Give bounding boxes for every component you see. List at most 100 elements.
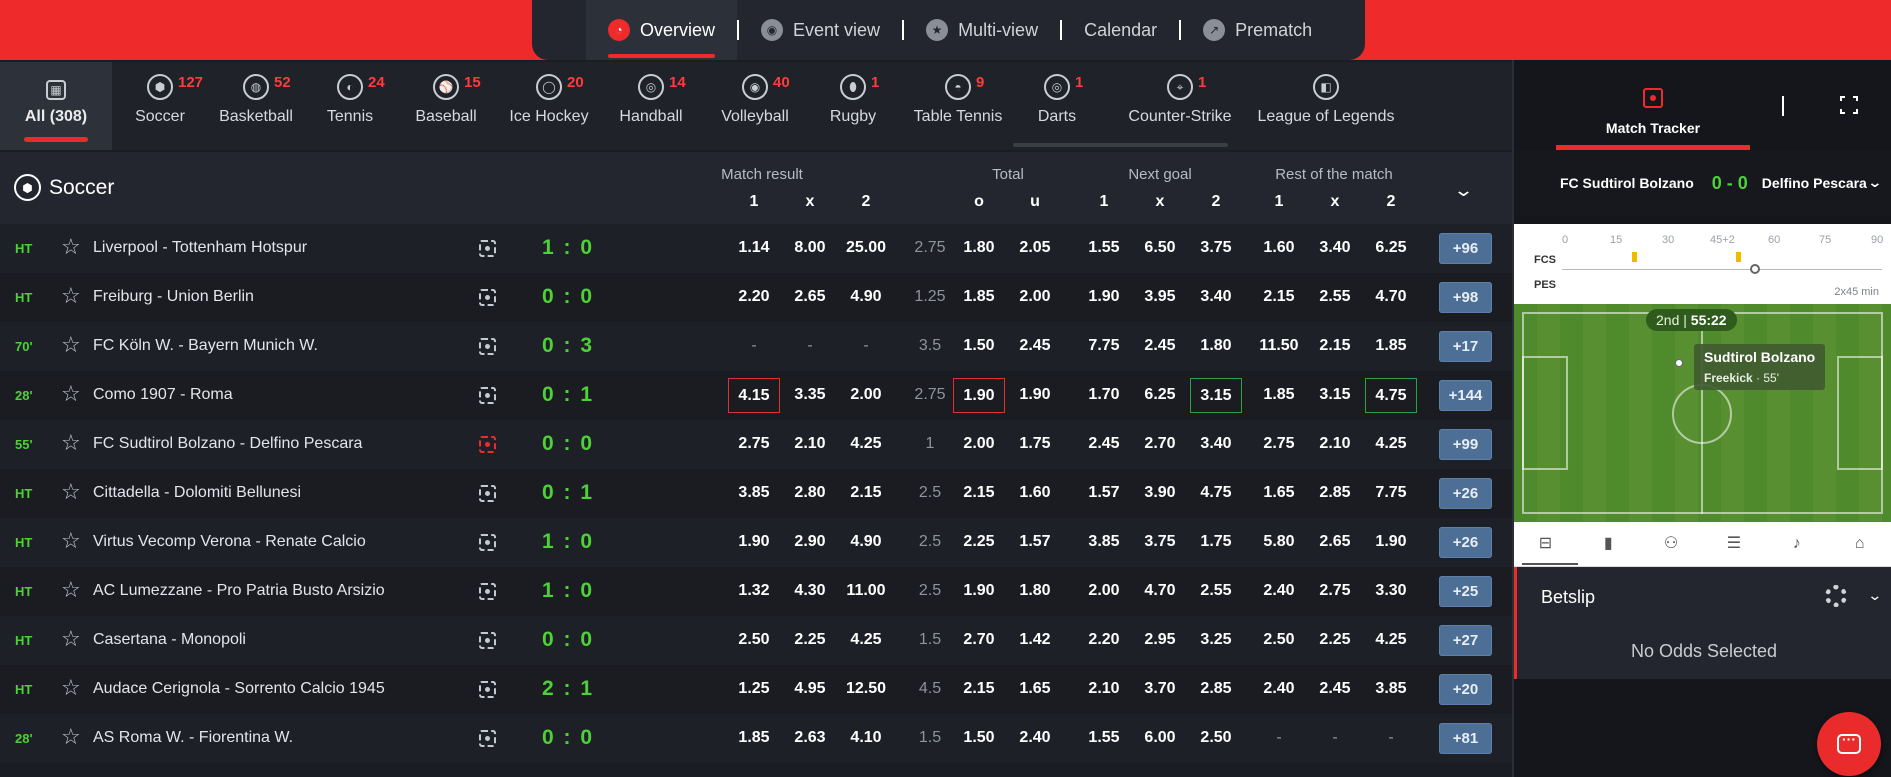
star-icon[interactable]: ☆ [61, 726, 81, 748]
odds-button[interactable]: 11.00 [836, 582, 896, 600]
odds-button[interactable]: 1.57 [1005, 533, 1065, 551]
more-markets-button[interactable]: +98 [1439, 282, 1492, 313]
odds-button[interactable]: 2.25 [780, 631, 840, 649]
match-name[interactable]: Casertana - Monopoli [93, 631, 246, 649]
odds-button[interactable]: 4.75 [1365, 378, 1417, 413]
table-row[interactable]: 55' ☆ FC Sudtirol Bolzano - Delfino Pescar… [0, 420, 1512, 469]
tab-multi-view[interactable]: ★ Multi-view [904, 0, 1060, 60]
sport-filter-handball[interactable]: ◎ Handball 14 [602, 62, 700, 150]
more-markets-button[interactable]: +26 [1439, 527, 1492, 558]
odds-button[interactable]: 1.50 [949, 729, 1009, 747]
sport-filter-rugby[interactable]: ⬮ Rugby 1 [810, 62, 896, 150]
odds-button[interactable]: 2.75 [1249, 435, 1309, 453]
odds-button[interactable]: 3.85 [1074, 533, 1134, 551]
odds-button[interactable]: 7.75 [1074, 337, 1134, 355]
match-tracker-icon[interactable] [479, 240, 496, 257]
odds-button[interactable]: 2.40 [1249, 582, 1309, 600]
more-markets-button[interactable]: +96 [1439, 233, 1492, 264]
odds-button[interactable]: 2.40 [1249, 680, 1309, 698]
odds-button[interactable]: 2.00 [949, 435, 1009, 453]
odds-button[interactable]: 3.15 [1305, 386, 1365, 404]
star-icon[interactable]: ☆ [61, 236, 81, 258]
sport-filter-basketball[interactable]: ◍ Basketball 52 [208, 62, 304, 150]
odds-button[interactable]: 2.15 [836, 484, 896, 502]
match-name[interactable]: FC Köln W. - Bayern Munich W. [93, 337, 318, 355]
odds-button[interactable]: 1.90 [949, 582, 1009, 600]
table-row[interactable]: 70' ☆ FC Köln W. - Bayern Munich W. 0 : 3 - -… [0, 322, 1512, 371]
odds-button[interactable]: 1.55 [1074, 239, 1134, 257]
odds-button[interactable]: 3.75 [1130, 533, 1190, 551]
match-tracker-icon[interactable] [479, 485, 496, 502]
odds-button[interactable]: 4.70 [1130, 582, 1190, 600]
star-icon[interactable]: ☆ [61, 579, 81, 601]
lineups-icon[interactable]: ⚇ [1660, 535, 1682, 553]
odds-button[interactable]: 2.55 [1186, 582, 1246, 600]
match-name[interactable]: AC Lumezzane - Pro Patria Busto Arsizio [93, 582, 385, 600]
table-row[interactable]: HT ☆ Freiburg - Union Berlin 0 : 0 2.20 2.65 4… [0, 273, 1512, 322]
more-markets-button[interactable]: +17 [1439, 331, 1492, 362]
more-markets-button[interactable]: +20 [1439, 674, 1492, 705]
odds-button[interactable]: 3.85 [724, 484, 784, 502]
odds-button[interactable]: 12.50 [836, 680, 896, 698]
more-markets-button[interactable]: +25 [1439, 576, 1492, 607]
odds-button[interactable]: 2.63 [780, 729, 840, 747]
odds-button[interactable]: 2.85 [1305, 484, 1365, 502]
odds-button[interactable]: 6.25 [1130, 386, 1190, 404]
odds-button[interactable]: 1.85 [1361, 337, 1421, 355]
match-tracker-icon[interactable] [479, 387, 496, 404]
odds-button[interactable]: 6.00 [1130, 729, 1190, 747]
odds-button[interactable]: 2.45 [1005, 337, 1065, 355]
odds-button[interactable]: 1.65 [1005, 680, 1065, 698]
match-name[interactable]: Audace Cerignola - Sorrento Calcio 1945 [93, 680, 385, 698]
odds-button[interactable]: 2.00 [836, 386, 896, 404]
star-icon[interactable]: ☆ [61, 383, 81, 405]
table-row[interactable]: HT ☆ Liverpool - Tottenham Hotspur 1 : 0 1.1… [0, 224, 1512, 273]
odds-button[interactable]: 2.10 [780, 435, 840, 453]
pitch-view-icon[interactable]: ⊟ [1534, 535, 1556, 553]
odds-button[interactable]: 1.75 [1186, 533, 1246, 551]
odds-button[interactable]: 2.15 [1249, 288, 1309, 306]
odds-button[interactable]: 25.00 [836, 239, 896, 257]
odds-button[interactable]: 4.70 [1361, 288, 1421, 306]
odds-button[interactable]: 3.35 [780, 386, 840, 404]
match-name[interactable]: Freiburg - Union Berlin [93, 288, 254, 306]
odds-button[interactable]: 3.25 [1186, 631, 1246, 649]
odds-button[interactable]: 8.00 [780, 239, 840, 257]
odds-button[interactable]: 2.55 [1305, 288, 1365, 306]
odds-button[interactable]: 2.10 [1305, 435, 1365, 453]
odds-button[interactable]: 4.25 [1361, 435, 1421, 453]
odds-button[interactable]: 3.70 [1130, 680, 1190, 698]
odds-button[interactable]: 1.85 [1249, 386, 1309, 404]
sport-filter-tennis[interactable]: ◐ Tennis 24 [304, 62, 396, 150]
odds-button[interactable]: 1.90 [953, 378, 1005, 413]
odds-button[interactable]: 2.90 [780, 533, 840, 551]
match-tracker-icon[interactable] [479, 338, 496, 355]
odds-button[interactable]: 1.25 [724, 680, 784, 698]
tracker-match-selector[interactable]: FC Sudtirol Bolzano 0 - 0 Delfino Pescar… [1514, 150, 1891, 216]
odds-button[interactable]: 4.25 [836, 435, 896, 453]
odds-button[interactable]: 1.85 [949, 288, 1009, 306]
odds-button[interactable]: 1.60 [1005, 484, 1065, 502]
match-name[interactable]: Liverpool - Tottenham Hotspur [93, 239, 307, 257]
odds-button[interactable]: 1.32 [724, 582, 784, 600]
odds-button[interactable]: 1.42 [1005, 631, 1065, 649]
table-row[interactable]: HT ☆ Virtus Vecomp Verona - Renate Calcio 1… [0, 518, 1512, 567]
odds-button[interactable]: 1.80 [1186, 337, 1246, 355]
odds-button[interactable]: 1.55 [1074, 729, 1134, 747]
odds-button[interactable]: 2.25 [949, 533, 1009, 551]
odds-button[interactable]: 3.95 [1130, 288, 1190, 306]
star-icon[interactable]: ☆ [61, 677, 81, 699]
odds-button[interactable]: 2.15 [949, 680, 1009, 698]
match-tracker-icon[interactable] [479, 730, 496, 747]
table-row[interactable]: HT ☆ Audace Cerignola - Sorrento Calcio 19… [0, 665, 1512, 714]
shirt-icon[interactable]: ⌂ [1849, 535, 1871, 553]
odds-button[interactable]: 2.95 [1130, 631, 1190, 649]
sport-filter-soccer[interactable]: ⬢ Soccer 127 [112, 62, 208, 150]
odds-button[interactable]: 4.90 [836, 533, 896, 551]
commentary-icon[interactable]: ♪ [1786, 535, 1808, 553]
odds-button[interactable]: 1.85 [724, 729, 784, 747]
odds-button[interactable]: 2.15 [949, 484, 1009, 502]
odds-button[interactable]: 3.90 [1130, 484, 1190, 502]
odds-button[interactable]: 2.50 [1186, 729, 1246, 747]
match-name[interactable]: Cittadella - Dolomiti Bellunesi [93, 484, 301, 502]
